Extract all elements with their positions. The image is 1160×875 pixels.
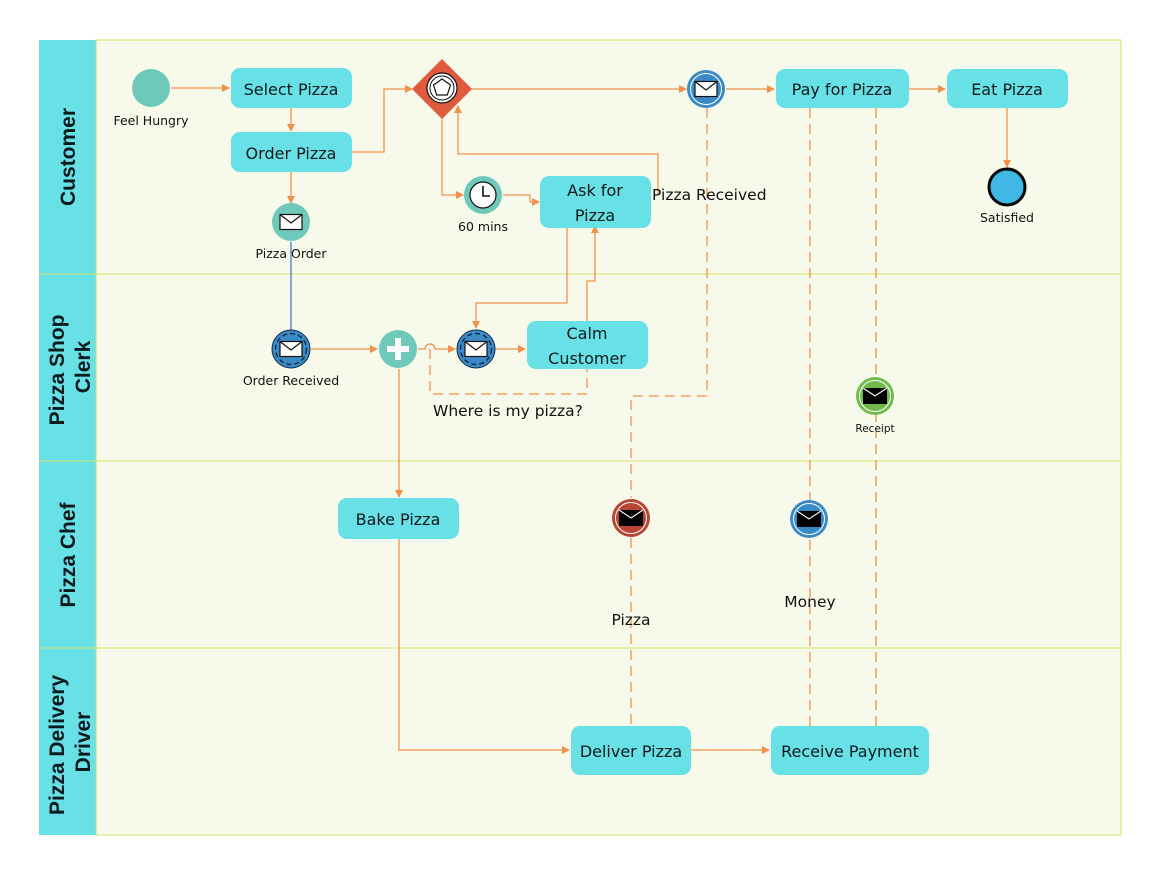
event-label: Feel Hungry <box>113 113 189 128</box>
task-label: Pay for Pizza <box>792 80 893 99</box>
task-label: Customer <box>548 349 626 368</box>
envelope-icon <box>796 510 822 528</box>
flow-label-pizza: Pizza <box>611 611 650 629</box>
task-label: Bake Pizza <box>356 510 441 529</box>
event-where-message[interactable] <box>456 329 496 369</box>
event-pizza-message[interactable] <box>612 499 650 537</box>
event-receipt[interactable]: Receipt <box>855 377 895 435</box>
event-label: Satisfied <box>980 210 1034 225</box>
event-label: Receipt <box>855 423 894 435</box>
task-select-pizza[interactable]: Select Pizza <box>231 68 352 108</box>
event-label: 60 mins <box>458 219 508 234</box>
envelope-icon <box>279 213 303 231</box>
task-label: Calm <box>566 324 607 343</box>
task-pay-for-pizza[interactable]: Pay for Pizza <box>776 69 909 108</box>
task-label: Pizza <box>575 206 615 225</box>
lane-label-customer: Customer <box>57 108 80 206</box>
task-label: Select Pizza <box>244 80 339 99</box>
envelope-icon <box>279 340 303 358</box>
task-label: Deliver Pizza <box>580 742 682 761</box>
start-event-icon <box>132 69 170 107</box>
lane-label-pizza-chef: Pizza Chef <box>57 501 80 607</box>
task-eat-pizza[interactable]: Eat Pizza <box>947 69 1068 108</box>
task-bake-pizza[interactable]: Bake Pizza <box>338 498 459 539</box>
flow-label-pizza-received: Pizza Received <box>652 186 767 204</box>
bpmn-diagram: Customer Pizza Shop Clerk Pizza Chef Piz… <box>39 39 1122 836</box>
end-event-icon <box>987 167 1027 207</box>
task-label: Order Pizza <box>246 144 337 163</box>
event-pizza-received-message[interactable] <box>687 70 725 108</box>
event-label: Pizza Order <box>255 246 327 261</box>
pool: Customer Pizza Shop Clerk Pizza Chef Piz… <box>39 39 1122 836</box>
envelope-icon <box>618 509 644 527</box>
task-label: Eat Pizza <box>971 80 1043 99</box>
envelope-icon <box>694 80 718 98</box>
task-receive-payment[interactable]: Receive Payment <box>771 726 929 775</box>
gateway-parallel[interactable] <box>379 330 417 368</box>
envelope-icon <box>464 340 488 358</box>
event-money-message[interactable] <box>790 500 828 538</box>
task-label: Receive Payment <box>781 742 919 761</box>
task-calm-customer[interactable]: Calm Customer <box>527 321 648 369</box>
task-ask-for-pizza[interactable]: Ask for Pizza <box>540 176 651 228</box>
flow-label-money: Money <box>784 593 835 611</box>
task-order-pizza[interactable]: Order Pizza <box>231 132 352 172</box>
envelope-icon <box>862 387 888 405</box>
task-deliver-pizza[interactable]: Deliver Pizza <box>571 726 691 775</box>
flow-label-where-is-my-pizza: Where is my pizza? <box>433 402 583 420</box>
task-label: Ask for <box>567 181 623 200</box>
event-label: Order Received <box>243 373 339 388</box>
